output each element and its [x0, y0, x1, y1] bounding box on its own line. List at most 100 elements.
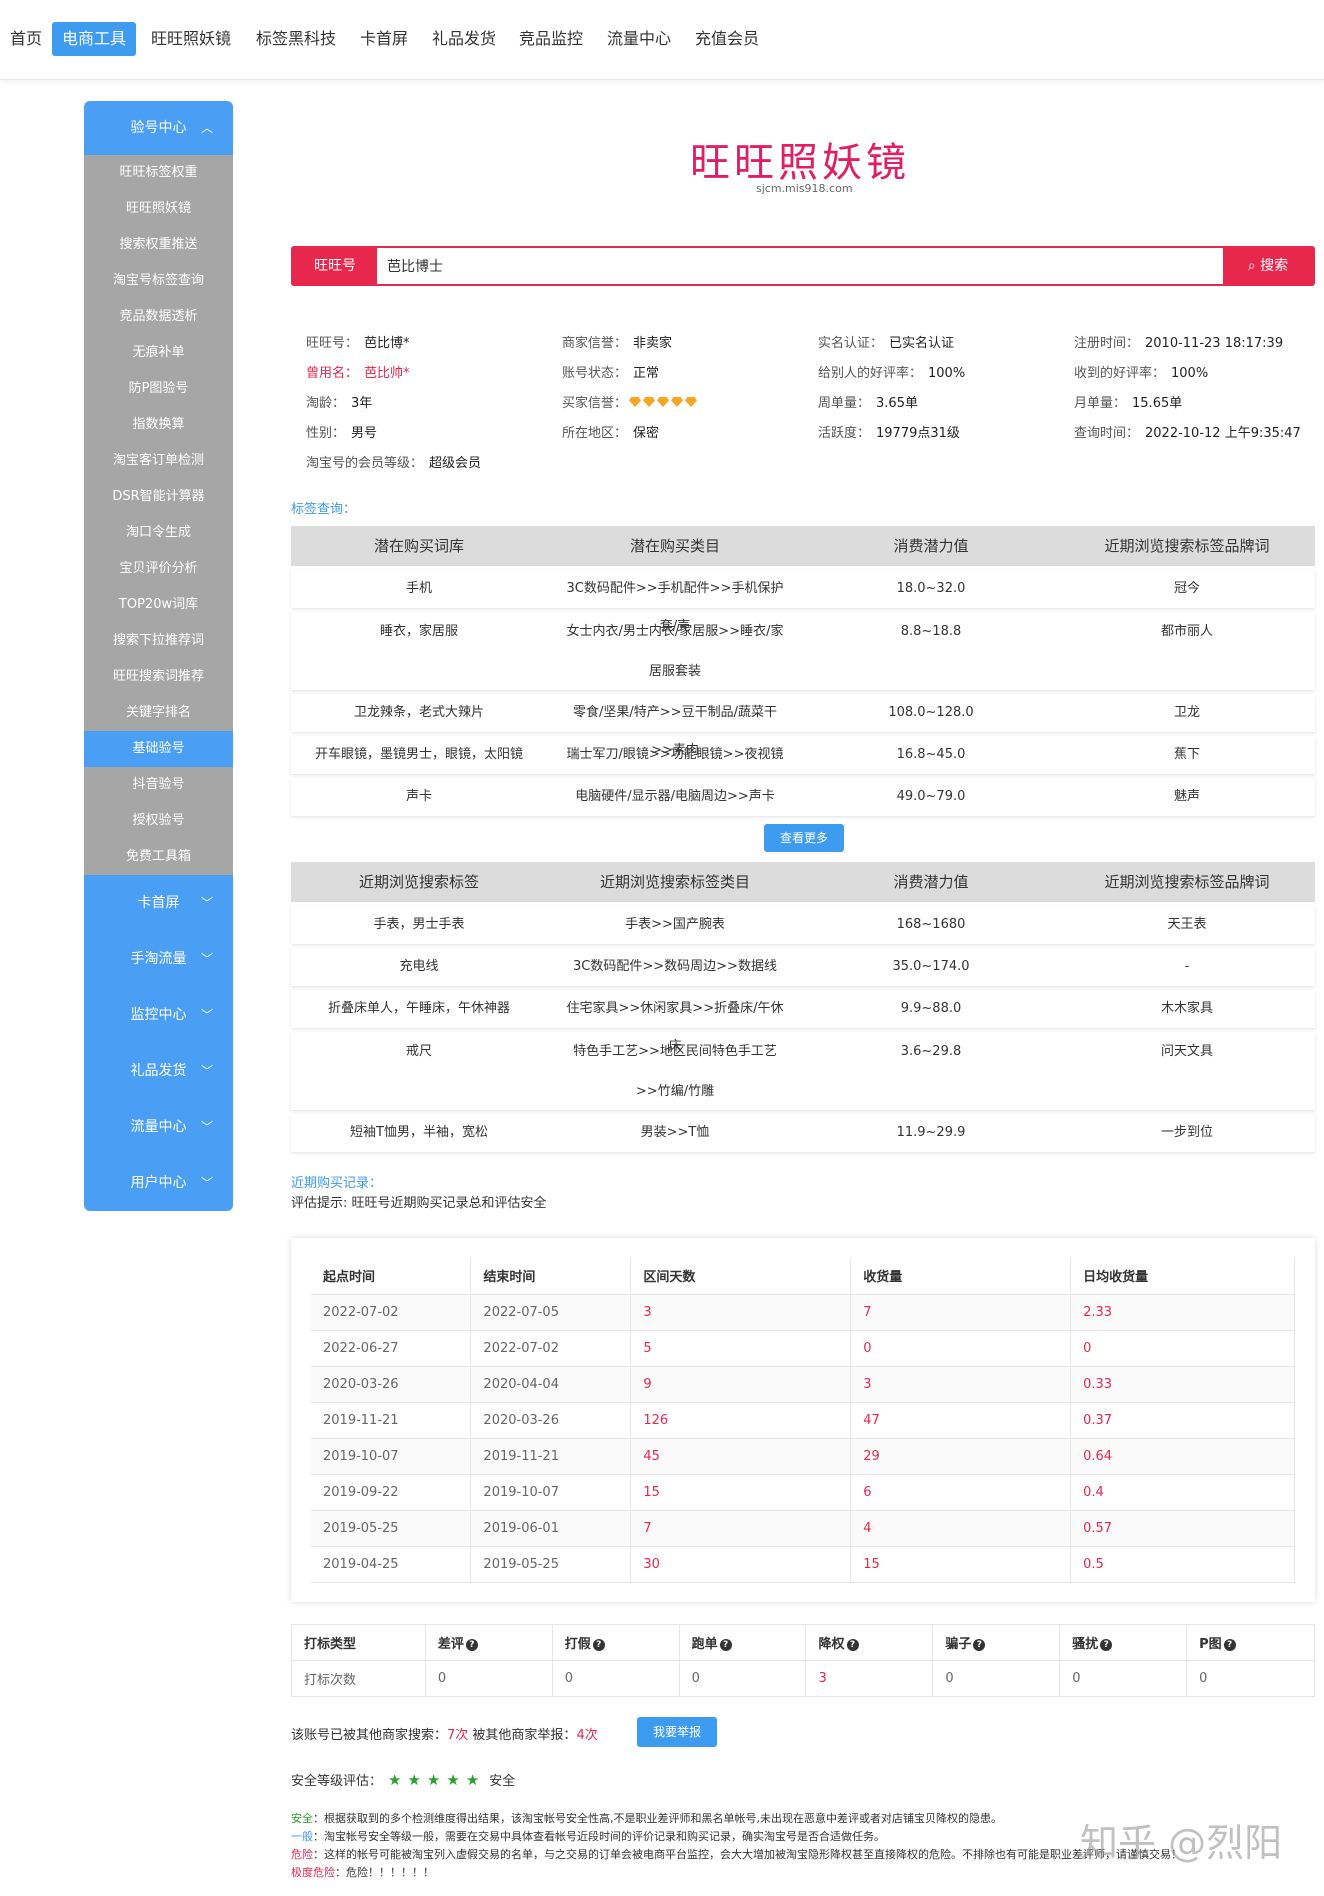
safety-level: 安全等级评估： ★ ★ ★ ★ ★ 安全: [291, 1771, 516, 1789]
chevron-down-icon: ﹀: [200, 1064, 213, 1078]
sidebar-group-label: 礼品发货: [130, 1063, 187, 1079]
info-realname: 实名认证： 已实名认证: [818, 336, 955, 351]
table-header-cell: 潜在购买类目: [629, 537, 720, 555]
logo-url: sjcm.mis918.com: [756, 182, 853, 195]
nav-traffic-center[interactable]: 流量中心: [597, 22, 681, 56]
table-row: 声卡 电脑硬件/显示器/电脑周边>>声卡 49.0~79.0 魅声: [291, 778, 1315, 816]
sidebar-group[interactable]: 卡首屏 ﹀: [84, 875, 233, 931]
info-age: 淘龄： 3年: [306, 396, 373, 411]
sidebar-item[interactable]: TOP20w词库: [84, 587, 233, 623]
sidebar: 验号中心 ︿ 旺旺标签权重 旺旺照妖镜 搜索权重推送 淘宝号标签查询 竞品数据透析…: [84, 101, 233, 1211]
sidebar-item[interactable]: 淘口令生成: [84, 515, 233, 551]
nav-tag-tech[interactable]: 标签黑科技: [246, 22, 346, 56]
nav-home[interactable]: 首页: [0, 22, 52, 56]
view-more-button[interactable]: 查看更多: [764, 824, 844, 852]
help-icon[interactable]: ?: [465, 1638, 478, 1651]
sidebar-group[interactable]: 礼品发货 ﹀: [84, 1043, 233, 1099]
sidebar-item[interactable]: 宝贝评价分析: [84, 551, 233, 587]
help-icon[interactable]: ?: [1100, 1638, 1113, 1651]
info-area: 所在地区： 保密: [562, 426, 660, 441]
star-icon: ★ ★ ★ ★ ★: [388, 1771, 480, 1789]
table-row: 2019-05-25 2019-06-01 7 4 0.57: [311, 1510, 1295, 1547]
table-header-cell: 近期浏览搜索标签品牌词: [1104, 873, 1270, 891]
records-table: 起点时间 结束时间 区间天数 收货量 日均收货量 2022-07-02 2022-…: [311, 1258, 1295, 1583]
sidebar-group-label: 卡首屏: [137, 895, 180, 911]
info-given-rate: 给别人的好评率： 100%: [818, 366, 966, 381]
purchase-records: 起点时间 结束时间 区间天数 收货量 日均收货量 2022-07-02 2022-…: [291, 1238, 1315, 1602]
sidebar-item[interactable]: 淘宝客订单检测: [84, 443, 233, 479]
nav-gift-shipping[interactable]: 礼品发货: [422, 22, 506, 56]
sidebar-group[interactable]: 用户中心 ﹀: [84, 1155, 233, 1211]
sidebar-item[interactable]: 免费工具箱: [84, 839, 233, 875]
table-row: 2020-03-26 2020-04-04 9 3 0.33: [311, 1366, 1295, 1403]
table-row: 手机 3C数码配件>>手机配件>>手机保护套/壳 18.0~32.0 冠今: [291, 570, 1315, 634]
sidebar-item-active[interactable]: 基础验号: [84, 731, 233, 767]
tags-label: 标签查询：: [291, 502, 357, 517]
sidebar-item[interactable]: 搜索权重推送: [84, 227, 233, 263]
sidebar-item[interactable]: 授权验号: [84, 803, 233, 839]
table-row: 短袖T恤男，半袖，宽松 男装>>T恤 11.9~29.9 一步到位: [291, 1114, 1315, 1152]
chevron-down-icon: ﹀: [200, 896, 213, 910]
table-header-cell: 近期浏览搜索标签品牌词: [1104, 537, 1270, 555]
purchase-label: 近期购买记录：: [291, 1176, 383, 1191]
table-row: 2022-07-02 2022-07-05 3 7 2.33: [311, 1294, 1295, 1331]
top-nav: 首页 电商工具 旺旺照妖镜 标签黑科技 卡首屏 礼品发货 竞品监控 流量中心 充…: [0, 0, 1324, 80]
help-icon[interactable]: ?: [1223, 1638, 1236, 1651]
sidebar-item[interactable]: DSR智能计算器: [84, 479, 233, 515]
searched-count: 该账号已被其他商家搜索：7次 被其他商家举报：4次: [291, 1728, 598, 1743]
search-input[interactable]: [387, 253, 1187, 279]
help-icon[interactable]: ?: [592, 1638, 605, 1651]
help-icon[interactable]: ?: [846, 1638, 859, 1651]
table-header-cell: 潜在购买词库: [373, 537, 464, 555]
sidebar-group[interactable]: 监控中心 ﹀: [84, 987, 233, 1043]
sidebar-group[interactable]: 手淘流量 ﹀: [84, 931, 233, 987]
sidebar-item[interactable]: 抖音验号: [84, 767, 233, 803]
table-header: 潜在购买词库 潜在购买类目 消费潜力值 近期浏览搜索标签品牌词: [291, 526, 1315, 566]
report-button[interactable]: 我要举报: [637, 1717, 717, 1747]
help-icon[interactable]: ?: [973, 1638, 986, 1651]
table-header-cell: 消费潜力值: [893, 537, 969, 555]
sidebar-item[interactable]: 指数换算: [84, 407, 233, 443]
logo-title: 旺旺照妖镜: [690, 140, 910, 186]
info-used-name: 曾用名： 芭比帅*: [306, 366, 410, 381]
nav-wangwang-mirror[interactable]: 旺旺照妖镜: [141, 22, 241, 56]
sidebar-item[interactable]: 关键字排名: [84, 695, 233, 731]
help-icon[interactable]: ?: [719, 1638, 732, 1651]
table-row: 卫龙辣条，老式大辣片 零食/坚果/特产>>豆干制品/蔬菜干>>素肉 108.0~12…: [291, 694, 1315, 758]
info-merchant: 商家信誉： 非卖家: [562, 336, 673, 351]
sidebar-group-label: 流量中心: [130, 1119, 187, 1135]
sidebar-item[interactable]: 淘宝号标签查询: [84, 263, 233, 299]
browse-table: 近期浏览搜索标签 近期浏览搜索标签类目 消费潜力值 近期浏览搜索标签品牌词 手表…: [291, 862, 1315, 1152]
info-week-orders: 周单量： 3.65单: [818, 396, 918, 411]
nav-competitor-monitor[interactable]: 竞品监控: [509, 22, 593, 56]
table-row: 戒尺 特色手工艺>>地区民间特色手工艺>>竹编/竹雕 3.6~29.8 问天文具: [291, 1032, 1315, 1110]
table-row: 睡衣，家居服 女士内衣/男士内衣/家居服>>睡衣/家居服套装 8.8~18.8 都市丽…: [291, 612, 1315, 690]
table-row: 2019-09-22 2019-10-07 15 6 0.4: [311, 1474, 1295, 1511]
info-query-time: 查询时间： 2022-10-12 上午9:35:47: [1074, 426, 1301, 441]
nav-recharge-vip[interactable]: 充值会员: [685, 22, 769, 56]
sidebar-item[interactable]: 旺旺搜索词推荐: [84, 659, 233, 695]
sidebar-head-verify[interactable]: 验号中心 ︿: [84, 101, 233, 155]
table-header-cell: 近期浏览搜索标签: [358, 873, 479, 891]
info-month-orders: 月单量： 15.65单: [1074, 396, 1183, 411]
table-row: 手表，男士手表 手表>>国产腕表 168~1680 天王表: [291, 906, 1315, 944]
sidebar-item[interactable]: 旺旺照妖镜: [84, 191, 233, 227]
sidebar-head-label: 验号中心: [130, 120, 187, 136]
chevron-down-icon: ﹀: [200, 952, 213, 966]
search-icon: ⌕: [1247, 258, 1261, 274]
search-label: 旺旺号: [293, 248, 377, 284]
nav-first-screen[interactable]: 卡首屏: [350, 22, 418, 56]
sidebar-item[interactable]: 无痕补单: [84, 335, 233, 371]
watermark: 知乎 @烈阳: [1080, 1821, 1283, 1865]
sidebar-item[interactable]: 旺旺标签权重: [84, 155, 233, 191]
info-wangwang: 旺旺号： 芭比博*: [306, 336, 410, 351]
table-row: 折叠床单人，午睡床，午休神器 住宅家具>>休闲家具>>折叠床/午休床 9.9~88.…: [291, 990, 1315, 1054]
diamond-icon: [627, 396, 698, 411]
search-button[interactable]: ⌕ 搜索: [1223, 248, 1313, 284]
sidebar-item[interactable]: 竞品数据透析: [84, 299, 233, 335]
sidebar-group[interactable]: 流量中心 ﹀: [84, 1099, 233, 1155]
nav-ecommerce-tools[interactable]: 电商工具: [52, 22, 137, 56]
sidebar-item[interactable]: 防P图验号: [84, 371, 233, 407]
search-button-label: 搜索: [1260, 258, 1289, 274]
sidebar-item[interactable]: 搜索下拉推荐词: [84, 623, 233, 659]
